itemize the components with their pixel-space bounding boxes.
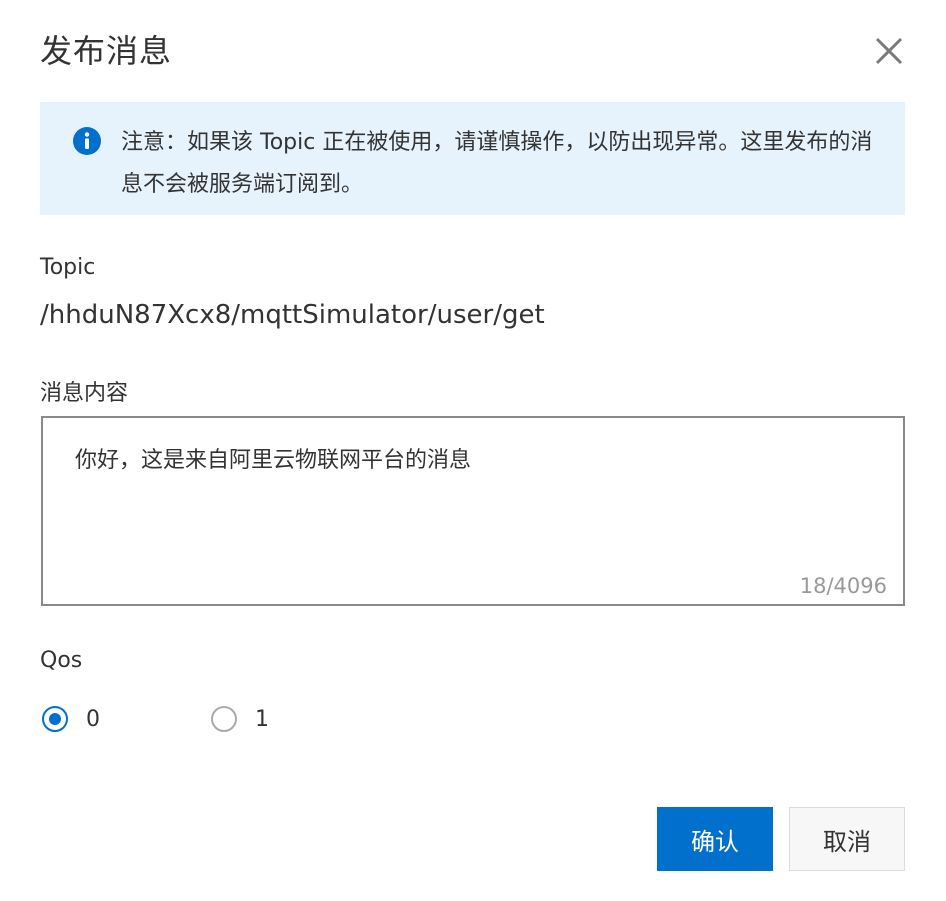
- notice-banner: 注意：如果该 Topic 正在被使用，请谨慎操作，以防出现异常。这里发布的消息不…: [40, 102, 905, 215]
- message-content-label: 消息内容: [40, 381, 129, 406]
- qos-radio-0-label: 0: [86, 706, 100, 732]
- radio-checked-icon[interactable]: [42, 706, 68, 732]
- cancel-button[interactable]: 取消: [789, 807, 905, 871]
- publish-message-dialog: 发布消息 注意：如果该 Topic 正在被使用，请谨慎操作，以防出现异常。这里发…: [0, 0, 946, 901]
- qos-label: Qos: [40, 648, 83, 673]
- message-content-textarea[interactable]: 你好，这是来自阿里云物联网平台的消息 18/4096: [41, 416, 905, 606]
- qos-radio-1-label: 1: [255, 706, 269, 732]
- dialog-title: 发布消息: [40, 32, 173, 70]
- topic-label: Topic: [40, 255, 96, 280]
- message-content-value: 你好，这是来自阿里云物联网平台的消息: [75, 448, 472, 473]
- qos-radio-0[interactable]: 0: [42, 704, 100, 734]
- radio-unchecked-icon[interactable]: [211, 706, 237, 732]
- character-counter: 18/4096: [799, 574, 887, 598]
- confirm-button[interactable]: 确认: [657, 807, 773, 871]
- close-icon: [875, 37, 903, 65]
- notice-text: 注意：如果该 Topic 正在被使用，请谨慎操作，以防出现异常。这里发布的消息不…: [121, 130, 873, 197]
- close-button[interactable]: [869, 31, 909, 71]
- qos-radio-1[interactable]: 1: [211, 704, 269, 734]
- info-icon: [73, 127, 101, 155]
- topic-value: /hhduN87Xcx8/mqttSimulator/user/get: [40, 300, 545, 330]
